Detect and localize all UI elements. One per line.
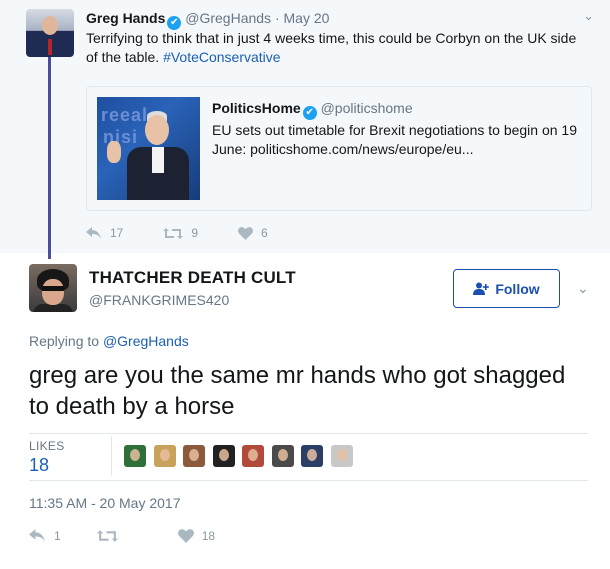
divider xyxy=(29,480,588,481)
likes-count[interactable]: 18 xyxy=(29,455,49,476)
main-author-name[interactable]: THATCHER DEATH CULT xyxy=(89,268,296,288)
quoted-author-handle: @politicshome xyxy=(320,100,413,116)
quoted-tweet-image: reeal nisi xyxy=(97,97,200,200)
retweet-button[interactable]: 9 xyxy=(163,226,198,240)
parent-tweet-actions: 17 9 6 xyxy=(86,224,308,242)
retweet-icon xyxy=(163,227,184,239)
parent-tweet[interactable]: Greg Hands ✔ @GregHands · May 20 ⌄ Terrif… xyxy=(0,0,610,253)
frankgrimes-avatar[interactable] xyxy=(29,264,77,312)
liker-avatar[interactable] xyxy=(301,445,323,467)
main-tweet-actions: 1 18 xyxy=(29,527,251,545)
greg-hands-avatar[interactable] xyxy=(26,9,74,57)
follow-button[interactable]: Follow xyxy=(453,269,560,308)
reply-button[interactable]: 1 xyxy=(29,529,61,543)
liker-avatar[interactable] xyxy=(330,445,353,467)
verified-icon: ✔ xyxy=(167,16,182,30)
liker-avatar[interactable] xyxy=(124,445,146,467)
quoted-author-name: PoliticsHome xyxy=(212,100,301,116)
liker-avatar[interactable] xyxy=(271,445,294,467)
likes-label: LIKES xyxy=(29,439,65,453)
parent-tweet-text: Terrifying to think that in just 4 weeks… xyxy=(86,30,577,65)
liker-avatar[interactable] xyxy=(153,445,176,467)
reply-count: 1 xyxy=(54,529,61,543)
follow-button-label: Follow xyxy=(495,280,540,297)
quoted-tweet-header: PoliticsHome ✔ @politicshome xyxy=(212,100,413,120)
retweet-button[interactable] xyxy=(96,529,126,543)
verified-icon: ✔ xyxy=(302,106,317,120)
likes-separator xyxy=(111,436,112,476)
liker-avatar[interactable] xyxy=(242,445,264,467)
reply-count: 17 xyxy=(110,226,124,240)
liker-avatar[interactable] xyxy=(212,445,235,467)
retweet-icon xyxy=(96,530,118,542)
reply-icon xyxy=(29,529,45,542)
like-button[interactable]: 18 xyxy=(177,529,216,543)
heart-icon xyxy=(238,226,253,240)
liker-avatars xyxy=(124,445,360,467)
replying-to-link[interactable]: @GregHands xyxy=(103,333,189,349)
parent-author-name[interactable]: Greg Hands xyxy=(86,10,165,26)
chevron-down-icon[interactable]: ⌄ xyxy=(577,280,589,297)
divider xyxy=(29,433,588,434)
parent-tweet-date[interactable]: · May 20 xyxy=(275,10,329,26)
tweet-timestamp: 11:35 AM - 20 May 2017 xyxy=(29,495,181,511)
replying-to: Replying to @GregHands xyxy=(29,333,189,349)
add-user-icon xyxy=(473,282,490,295)
retweet-count: 9 xyxy=(191,226,199,240)
heart-icon xyxy=(177,529,194,543)
main-tweet-text: greg are you the same mr hands who got s… xyxy=(29,362,566,420)
like-count: 18 xyxy=(201,529,216,543)
liker-avatar[interactable] xyxy=(183,445,205,467)
like-button[interactable]: 6 xyxy=(238,226,268,240)
like-count: 6 xyxy=(261,226,268,240)
chevron-down-icon[interactable]: ⌄ xyxy=(583,8,594,24)
reply-button[interactable]: 17 xyxy=(86,226,123,240)
reply-icon xyxy=(86,226,101,239)
parent-tweet-header: Greg Hands ✔ @GregHands · May 20 xyxy=(86,10,329,30)
quoted-tweet-card[interactable]: reeal nisi PoliticsHome ✔ @politicshome EU… xyxy=(86,86,592,211)
hashtag-link[interactable]: #VoteConservative xyxy=(163,49,281,65)
parent-author-handle[interactable]: @GregHands xyxy=(185,10,271,26)
quoted-tweet-text: EU sets out timetable for Brexit negotia… xyxy=(212,122,577,157)
main-author-handle[interactable]: @FRANKGRIMES420 xyxy=(89,292,229,308)
conversation-thread-line xyxy=(48,57,51,259)
